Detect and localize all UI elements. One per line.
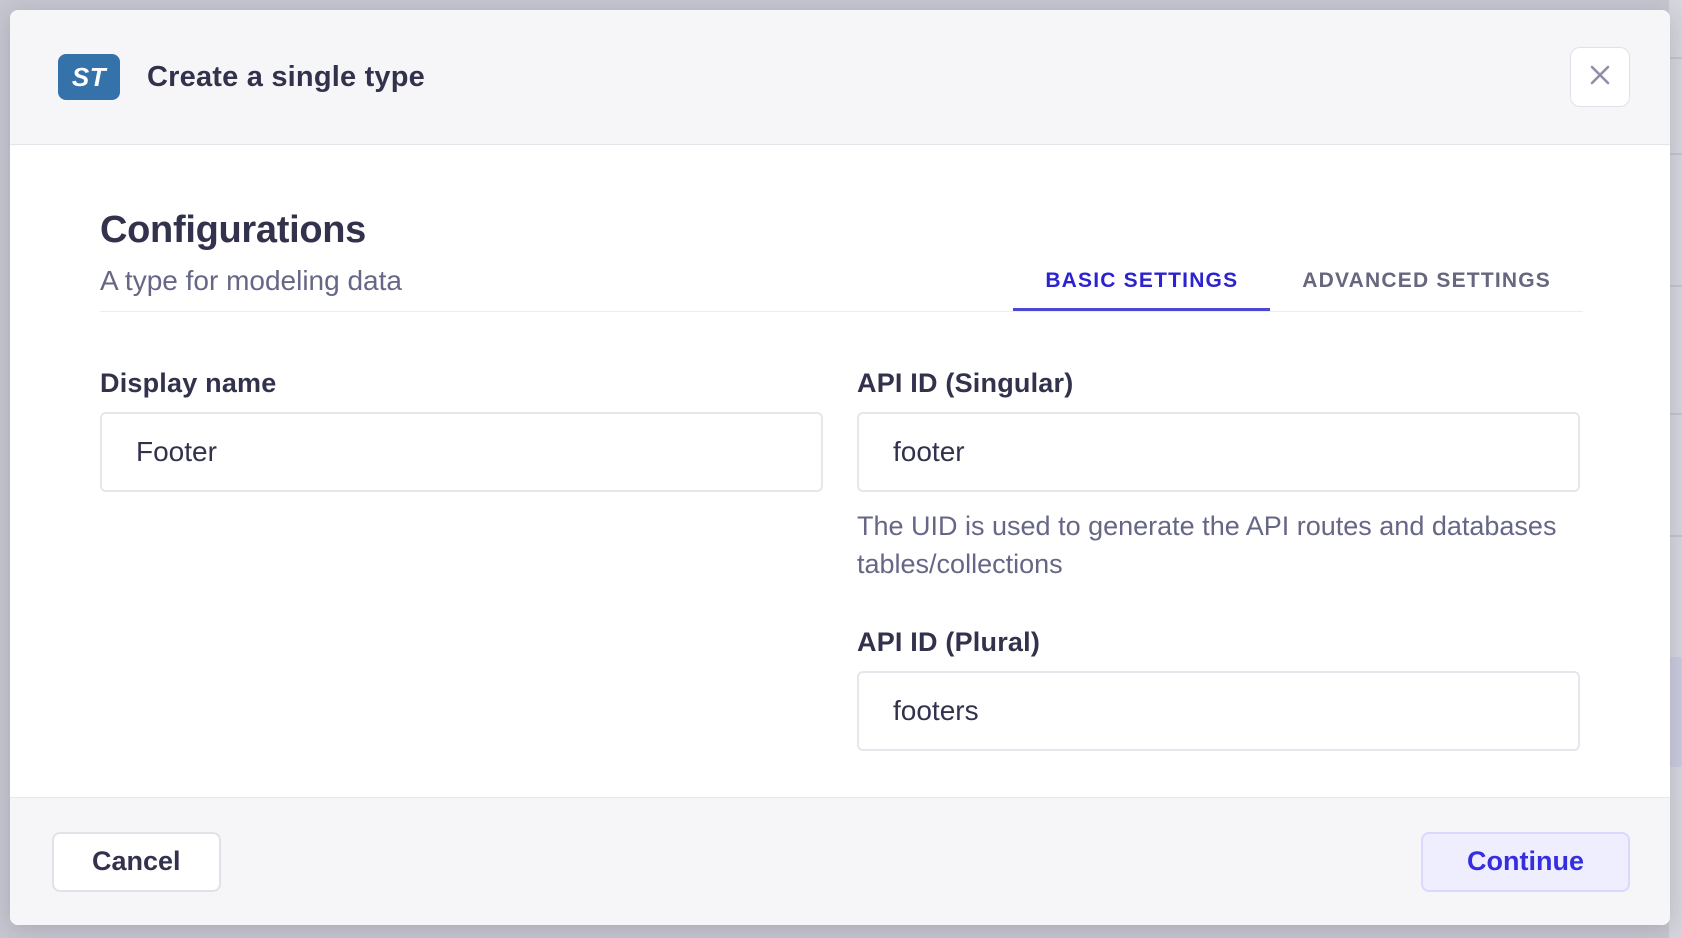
- modal-title: Create a single type: [147, 61, 425, 94]
- form-right-column: API ID (Singular) The UID is used to gen…: [857, 368, 1580, 751]
- tab-advanced-settings[interactable]: ADVANCED SETTINGS: [1270, 269, 1583, 311]
- settings-tabs: BASIC SETTINGS ADVANCED SETTINGS: [1013, 269, 1583, 311]
- cancel-button[interactable]: Cancel: [52, 832, 221, 892]
- api-id-plural-label: API ID (Plural): [857, 627, 1580, 658]
- single-type-badge-icon: ST: [58, 54, 120, 100]
- backdrop-line: [1669, 535, 1682, 537]
- api-id-singular-hint: The UID is used to generate the API rout…: [857, 507, 1557, 583]
- modal-body: Configurations A type for modeling data …: [10, 145, 1670, 797]
- api-id-singular-input[interactable]: [857, 412, 1580, 492]
- api-id-singular-label: API ID (Singular): [857, 368, 1580, 399]
- backdrop-line: [1669, 57, 1682, 59]
- display-name-label: Display name: [100, 368, 823, 399]
- close-icon: [1586, 61, 1614, 94]
- api-id-plural-input[interactable]: [857, 671, 1580, 751]
- create-single-type-modal: ST Create a single type Configurations A…: [10, 10, 1670, 925]
- display-name-field: Display name: [100, 368, 823, 492]
- modal-footer: Cancel Continue: [10, 797, 1670, 925]
- configuration-form: Display name API ID (Singular) The UID i…: [100, 368, 1583, 751]
- display-name-input[interactable]: [100, 412, 823, 492]
- continue-button[interactable]: Continue: [1421, 832, 1630, 892]
- page-subtitle: A type for modeling data: [100, 265, 402, 297]
- modal-header: ST Create a single type: [10, 10, 1670, 145]
- backdrop: [1669, 0, 1682, 938]
- backdrop-line: [1669, 285, 1682, 287]
- api-id-plural-field: API ID (Plural): [857, 627, 1580, 751]
- backdrop-line: [1669, 413, 1682, 415]
- page-title: Configurations: [100, 209, 402, 252]
- close-button[interactable]: [1570, 47, 1630, 107]
- tab-basic-settings[interactable]: BASIC SETTINGS: [1013, 269, 1270, 311]
- modal-header-left: ST Create a single type: [58, 54, 425, 100]
- form-left-column: Display name: [100, 368, 823, 751]
- backdrop-line: [1669, 153, 1682, 155]
- configurations-header-row: Configurations A type for modeling data …: [100, 145, 1583, 312]
- heading-block: Configurations A type for modeling data: [100, 209, 402, 311]
- backdrop-band: [1669, 657, 1682, 767]
- api-id-singular-field: API ID (Singular) The UID is used to gen…: [857, 368, 1580, 583]
